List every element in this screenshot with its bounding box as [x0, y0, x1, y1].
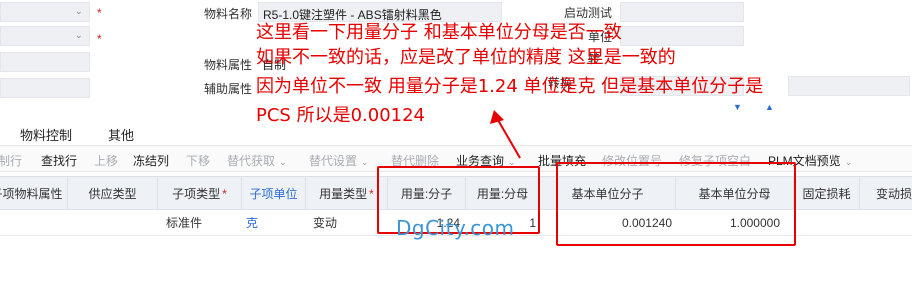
col-child-material-attr[interactable]: 子项物料属性	[0, 177, 68, 211]
aux-attr-label: 辅助属性	[204, 82, 253, 96]
expand-icon[interactable]: ▼	[733, 102, 742, 112]
cell-usage-type[interactable]: 变动	[313, 210, 337, 236]
material-name-label: 物料名称	[204, 7, 253, 21]
start-test-label: 启动测试	[564, 6, 613, 20]
substitute-set-label: 替代设置	[309, 154, 358, 168]
copy-row-button[interactable]: 复制行	[0, 152, 22, 169]
tab-other[interactable]: 其他	[108, 125, 134, 144]
move-down-button[interactable]: 下移	[186, 152, 210, 169]
find-row-button[interactable]: 查找行	[41, 152, 77, 169]
tab-material-control[interactable]: 物料控制	[20, 125, 72, 144]
substitute-get-label: 替代获取	[227, 154, 276, 168]
required-mark: *	[97, 32, 102, 46]
chevron-down-icon: ⌄	[74, 30, 83, 41]
col-usage-type[interactable]: 用量类型 *	[306, 177, 388, 211]
required-mark: *	[97, 6, 102, 20]
watermark: DgCity.com	[396, 216, 515, 240]
dropdown-field-2[interactable]: ⌄	[0, 26, 90, 46]
chevron-down-icon: ⌄	[844, 157, 853, 167]
highlight-base-unit-box	[556, 162, 796, 246]
substitute-set-menu[interactable]: 替代设置 ⌄	[309, 152, 369, 169]
col-supply-type[interactable]: 供应类型	[68, 177, 158, 211]
col-item-type[interactable]: 子项类型 *	[158, 177, 242, 211]
text-field-4[interactable]	[0, 78, 90, 98]
material-attr-label: 物料属性	[204, 58, 253, 72]
text-field-3[interactable]	[0, 52, 90, 72]
annotation-line-2: 如果不一致的话，应是改了单位的精度 这里是一致的	[256, 47, 676, 68]
move-up-button[interactable]: 上移	[94, 152, 118, 169]
col-child-unit[interactable]: 子项单位	[242, 177, 306, 211]
substitute-get-menu[interactable]: 替代获取 ⌄	[227, 152, 287, 169]
freeze-column-button[interactable]: 冻结列	[133, 152, 169, 169]
annotation-line-3: 因为单位不一致 用量分子是1.24 单位是克 但是基本单位分子是	[256, 76, 764, 97]
right-field[interactable]	[788, 76, 910, 96]
tab-bar: 物料控制 其他	[0, 118, 912, 146]
chevron-down-icon: ⌄	[361, 157, 369, 167]
unit-field[interactable]	[620, 26, 744, 46]
col-variable-loss[interactable]: 变动损耗	[860, 177, 912, 211]
required-mark: *	[222, 187, 227, 201]
annotation-line-4: PCS 所以是0.00124	[256, 105, 426, 126]
dropdown-field-1[interactable]: ⌄	[0, 2, 90, 22]
col-fixed-loss[interactable]: 固定损耗	[794, 177, 860, 211]
cell-item-type[interactable]: 标准件	[166, 210, 202, 236]
required-mark: *	[369, 187, 374, 201]
annotation-line-1: 这里看一下用量分子 和基本单位分母是否一致	[256, 22, 622, 43]
chevron-down-icon: ⌄	[74, 6, 83, 17]
collapse-icon[interactable]: ▲	[765, 102, 774, 112]
chevron-down-icon: ⌄	[279, 157, 287, 167]
material-name-field[interactable]: R5-1.0键注塑件 - ABS镭射料黑色	[258, 2, 502, 22]
start-test-field[interactable]	[620, 2, 744, 22]
cell-unit[interactable]: 克	[246, 210, 258, 236]
